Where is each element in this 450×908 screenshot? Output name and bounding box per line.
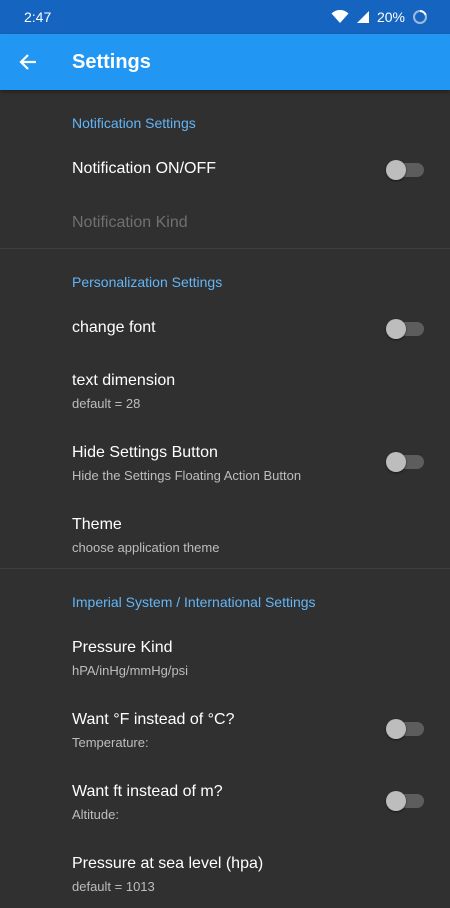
setting-fahrenheit[interactable]: Want °F instead of °C? Temperature: bbox=[0, 686, 450, 758]
setting-theme[interactable]: Theme choose application theme bbox=[0, 491, 450, 562]
notification-toggle[interactable] bbox=[386, 160, 424, 180]
setting-title: Pressure Kind bbox=[72, 639, 173, 656]
app-bar: Settings bbox=[0, 34, 450, 90]
toggle-knob bbox=[386, 319, 406, 339]
setting-title: Want ft instead of m? bbox=[72, 783, 223, 800]
setting-title: text dimension bbox=[72, 372, 176, 389]
section-header-units: Imperial System / International Settings bbox=[72, 594, 316, 610]
settings-list: Notification Settings Notification ON/OF… bbox=[0, 90, 450, 908]
setting-hide-settings-button[interactable]: Hide Settings Button Hide the Settings F… bbox=[0, 419, 450, 491]
setting-notification-kind: Notification Kind bbox=[0, 188, 450, 242]
setting-summary: hPA/inHg/mmHg/psi bbox=[72, 663, 189, 678]
setting-feet[interactable]: Want ft instead of m? Altitude: bbox=[0, 758, 450, 830]
setting-title: change font bbox=[72, 319, 156, 336]
signal-icon bbox=[356, 11, 369, 23]
status-time: 2:47 bbox=[24, 9, 52, 25]
setting-change-font[interactable]: change font bbox=[0, 294, 450, 347]
toggle-knob bbox=[386, 719, 406, 739]
section-notification: Notification Settings Notification ON/OF… bbox=[0, 90, 450, 249]
setting-title: Notification Kind bbox=[72, 214, 188, 231]
setting-title: Theme bbox=[72, 516, 122, 533]
font-toggle[interactable] bbox=[386, 319, 424, 339]
wifi-icon bbox=[331, 10, 349, 23]
back-arrow-icon bbox=[19, 54, 36, 70]
status-bar: 2:47 20% bbox=[0, 0, 450, 34]
setting-sea-level-pressure[interactable]: Pressure at sea level (hpa) default = 10… bbox=[0, 830, 450, 902]
setting-pressure-kind[interactable]: Pressure Kind hPA/inHg/mmHg/psi bbox=[0, 614, 450, 686]
setting-title: Want °F instead of °C? bbox=[72, 711, 235, 728]
toggle-knob bbox=[386, 160, 406, 180]
battery-icon bbox=[413, 9, 427, 24]
setting-notification-onoff[interactable]: Notification ON/OFF bbox=[0, 135, 450, 188]
setting-summary: choose application theme bbox=[72, 540, 220, 555]
page-title: Settings bbox=[72, 50, 151, 73]
setting-text-dimension[interactable]: text dimension default = 28 bbox=[0, 347, 450, 419]
section-header-notification: Notification Settings bbox=[72, 115, 196, 131]
setting-summary: Altitude: bbox=[72, 807, 119, 822]
section-units: Imperial System / International Settings… bbox=[0, 569, 450, 908]
fahrenheit-toggle[interactable] bbox=[386, 719, 424, 739]
setting-title: Notification ON/OFF bbox=[72, 160, 217, 177]
toggle-knob bbox=[386, 452, 406, 472]
setting-title: Pressure at sea level (hpa) bbox=[72, 855, 264, 872]
feet-toggle[interactable] bbox=[386, 791, 424, 811]
toggle-knob bbox=[386, 791, 406, 811]
hide-settings-toggle[interactable] bbox=[386, 452, 424, 472]
back-button[interactable] bbox=[0, 34, 56, 90]
section-header-personalization: Personalization Settings bbox=[72, 274, 223, 290]
section-personalization: Personalization Settings change font tex… bbox=[0, 249, 450, 569]
battery-percentage: 20% bbox=[376, 9, 405, 25]
setting-title: Hide Settings Button bbox=[72, 444, 218, 461]
setting-summary: default = 1013 bbox=[72, 879, 155, 894]
status-icons: 20% bbox=[331, 9, 428, 25]
setting-summary: Hide the Settings Floating Action Button bbox=[72, 468, 302, 483]
setting-summary: Temperature: bbox=[72, 735, 149, 750]
setting-summary: default = 28 bbox=[72, 396, 141, 411]
